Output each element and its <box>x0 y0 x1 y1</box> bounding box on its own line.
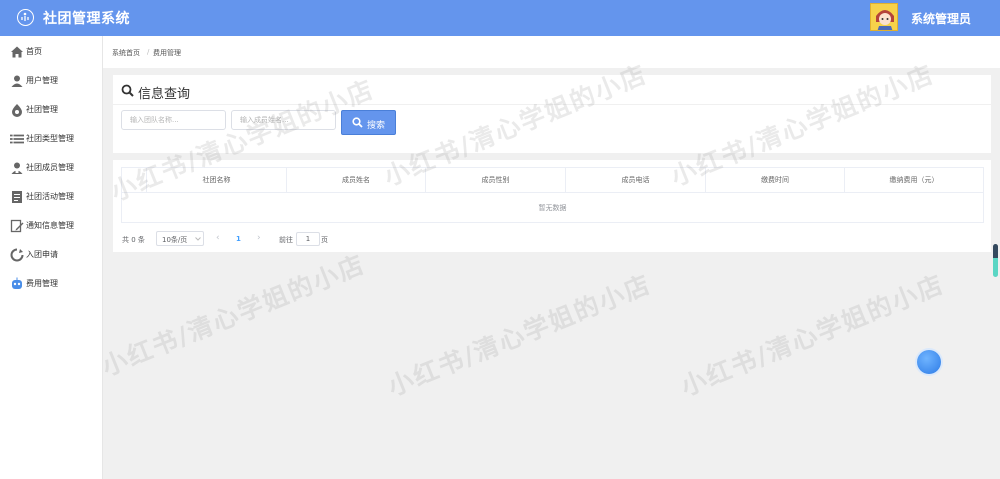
goto-label: 前往 <box>279 236 293 244</box>
sidebar-item-applications[interactable]: 入团申请 <box>0 245 102 267</box>
list-icon <box>10 134 24 144</box>
pagination-total: 共 0 条 <box>122 236 145 244</box>
sidebar-item-notices[interactable]: 通知信息管理 <box>0 216 102 238</box>
breadcrumb: 系统首页 / 费用管理 <box>103 36 1000 68</box>
sidebar-item-label: 入团申请 <box>26 250 58 259</box>
sidebar-item-label: 社团成员管理 <box>26 163 74 172</box>
search-icon <box>352 117 363 128</box>
sidebar-item-label: 社团类型管理 <box>26 134 74 143</box>
watermark-text: 小红书/清心学姐的小店 <box>97 249 370 382</box>
card-divider <box>113 104 991 105</box>
table-header-cell: 缴纳费用（元） <box>889 176 939 184</box>
sidebar-item-users[interactable]: 用户管理 <box>0 71 102 93</box>
table-header-cell: 成员性别 <box>426 168 566 192</box>
chevron-down-icon <box>195 237 201 241</box>
watermark-text: 小红书/清心学姐的小店 <box>383 269 656 402</box>
user-avatar[interactable] <box>870 3 898 31</box>
search-button[interactable]: 搜索 <box>341 110 396 135</box>
table-header-cell: 成员电话 <box>566 168 706 192</box>
empty-state-text: 暂无数据 <box>538 204 567 212</box>
drop-icon <box>12 104 22 117</box>
sidebar: 首页 用户管理 社团管理 社团类型管理 社团成员管理 社团活动管理 通知信息管理… <box>0 36 103 479</box>
search-button-label: 搜索 <box>367 121 386 131</box>
panel-title: 信息查询 <box>138 87 191 102</box>
cycle-icon <box>10 248 24 262</box>
team-name-input[interactable] <box>121 110 226 130</box>
sidebar-item-club-types[interactable]: 社团类型管理 <box>0 129 102 151</box>
sidebar-item-home[interactable]: 首页 <box>0 42 102 64</box>
sidebar-item-club-members[interactable]: 社团成员管理 <box>0 158 102 180</box>
member-icon <box>11 162 23 174</box>
breadcrumb-separator: / <box>147 48 150 56</box>
table-header-cell: 成员姓名 <box>287 168 426 192</box>
sidebar-item-label: 首页 <box>26 47 42 56</box>
page-suffix-label: 页 <box>321 236 328 244</box>
top-header: 社团管理系统 系统管理员 <box>0 0 1000 36</box>
breadcrumb-home[interactable]: 系统首页 <box>112 48 140 58</box>
app-title: 社团管理系统 <box>43 11 130 27</box>
magnifier-icon <box>121 84 134 97</box>
data-table: 社团名称 成员姓名 成员性别 成员电话 缴费时间 缴纳费用（元） 暂无数据 <box>121 167 984 223</box>
sidebar-item-label: 用户管理 <box>26 76 58 85</box>
scrollbar-thumb[interactable] <box>993 244 998 258</box>
prev-page-button[interactable]: ‹ <box>216 233 220 243</box>
goto-page-input[interactable] <box>296 232 320 246</box>
logo-icon <box>17 9 34 26</box>
floating-action-button[interactable] <box>917 350 941 374</box>
sidebar-item-clubs[interactable]: 社团管理 <box>0 100 102 122</box>
table-header-checkbox <box>122 168 147 192</box>
sidebar-item-label: 费用管理 <box>26 279 58 288</box>
watermark-text: 小红书/清心学姐的小店 <box>676 269 949 402</box>
scrollbar-indicator <box>993 258 998 277</box>
sidebar-item-fees[interactable]: 费用管理 <box>0 274 102 296</box>
sidebar-item-club-activities[interactable]: 社团活动管理 <box>0 187 102 209</box>
user-name[interactable]: 系统管理员 <box>911 10 971 27</box>
table-header-cell: 社团名称 <box>147 168 287 192</box>
page-size-value: 10条/页 <box>162 236 188 244</box>
table-header-cell: 缴费时间 <box>706 168 845 192</box>
edit-icon <box>10 219 24 233</box>
robot-icon <box>12 277 22 289</box>
sidebar-item-label: 社团管理 <box>26 105 58 114</box>
table-header-divider <box>122 192 983 193</box>
home-icon <box>11 46 23 58</box>
member-name-input[interactable] <box>231 110 336 130</box>
page-size-select[interactable]: 10条/页 <box>156 231 204 246</box>
page-number-current[interactable]: 1 <box>236 235 241 243</box>
sidebar-item-label: 通知信息管理 <box>26 221 74 230</box>
document-icon <box>12 191 22 203</box>
next-page-button[interactable]: › <box>257 233 261 243</box>
breadcrumb-current: 费用管理 <box>153 49 181 57</box>
user-icon <box>11 75 23 87</box>
sidebar-item-label: 社团活动管理 <box>26 192 74 201</box>
